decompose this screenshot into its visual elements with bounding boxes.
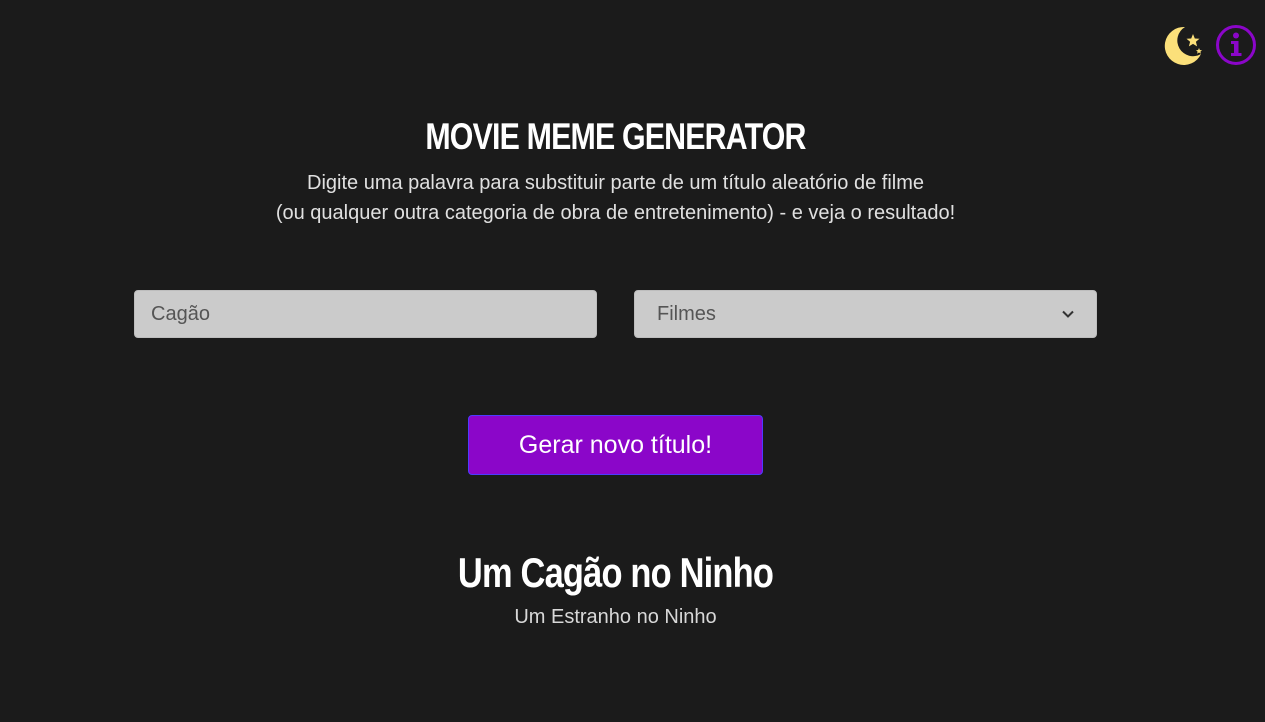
top-toolbar [1163, 24, 1257, 66]
theme-toggle-button[interactable] [1163, 24, 1205, 66]
category-select[interactable]: Filmes [634, 290, 1097, 338]
page-subtitle: Digite uma palavra para substituir parte… [0, 168, 1231, 228]
category-select-value: Filmes [657, 302, 716, 325]
word-input[interactable] [134, 290, 597, 338]
original-title: Um Estranho no Ninho [514, 606, 717, 628]
page-header: MOVIE MEME GENERATOR Digite uma palavra … [0, 114, 1231, 228]
moon-stars-icon [1164, 26, 1202, 65]
subtitle-line-1: Digite uma palavra para substituir parte… [307, 172, 924, 194]
info-icon [1216, 25, 1256, 65]
subtitle-line-2: (ou qualquer outra categoria de obra de … [275, 202, 956, 224]
info-button[interactable] [1215, 24, 1257, 66]
chevron-down-icon [1062, 310, 1074, 318]
result-panel: Um Cagão no Ninho Um Estranho no Ninho [0, 548, 1231, 629]
page-title: MOVIE MEME GENERATOR [425, 116, 806, 157]
generate-button[interactable]: Gerar novo título! [468, 415, 763, 475]
generated-title: Um Cagão no Ninho [457, 549, 774, 596]
